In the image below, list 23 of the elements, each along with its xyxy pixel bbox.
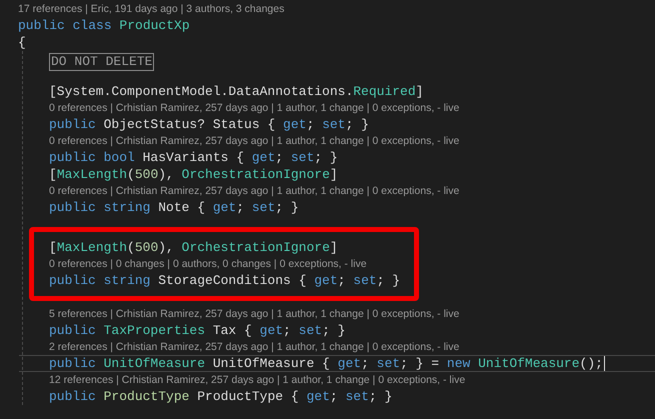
code-lens[interactable]: 0 references | Crhistian Ramirez, 257 days ago | 1 author, 1 change | 0 exceptions, - live bbox=[49, 133, 655, 149]
code-lens[interactable]: 0 references | Crhistian Ramirez, 257 days ago | 1 author, 1 change | 0 exceptions, - live bbox=[49, 100, 655, 116]
code-line: public UnitOfMeasure UnitOfMeasure { get; set; } = new UnitOfMeasure(); bbox=[49, 356, 603, 372]
code-line: public string StorageConditions { get; set; } bbox=[49, 272, 400, 288]
code-line: public ProductType ProductType { get; set; } bbox=[49, 388, 392, 404]
code-line: [MaxLength(500), OrchestrationIgnore] bbox=[49, 240, 338, 256]
collapsed-region[interactable]: DO NOT DELETE bbox=[49, 52, 154, 70]
code-line: public class ProductXp bbox=[18, 18, 190, 34]
code-lens[interactable]: 5 references | Crhistian Ramirez, 257 days ago | 1 author, 1 change | 0 exceptions, - live bbox=[49, 306, 655, 322]
code-line: [System.ComponentModel.DataAnnotations.Required] bbox=[49, 84, 424, 100]
code-lens[interactable]: 0 references | Crhistian Ramirez, 257 days ago | 1 author, 1 change | 0 exceptions, - live bbox=[49, 183, 655, 199]
code-line: [MaxLength(500), OrchestrationIgnore] bbox=[49, 166, 338, 182]
code-lens[interactable]: 2 references | Crhistian Ramirez, 257 days ago | 1 author, 1 change | 0 exceptions, - live bbox=[49, 339, 655, 355]
code-lens[interactable]: 0 references | 0 changes | 0 authors, 0 changes | 0 exceptions, - live bbox=[49, 256, 400, 272]
code-lens[interactable]: 17 references | Eric, 191 days ago | 3 authors, 3 changes bbox=[18, 1, 655, 17]
code-line: public string Note { get; set; } bbox=[49, 200, 299, 216]
code-line: public TaxProperties Tax { get; set; } bbox=[49, 322, 346, 338]
text-cursor bbox=[604, 356, 605, 371]
code-lens[interactable]: 12 references | Crhistian Ramirez, 257 days ago | 1 author, 1 change | 0 exceptions, - live bbox=[49, 372, 655, 388]
code-line: { bbox=[18, 34, 26, 50]
code-editor[interactable] bbox=[0, 0, 655, 419]
code-line: public bool HasVariants { get; set; } bbox=[49, 150, 338, 166]
code-line: public ObjectStatus? Status { get; set; } bbox=[49, 116, 369, 132]
